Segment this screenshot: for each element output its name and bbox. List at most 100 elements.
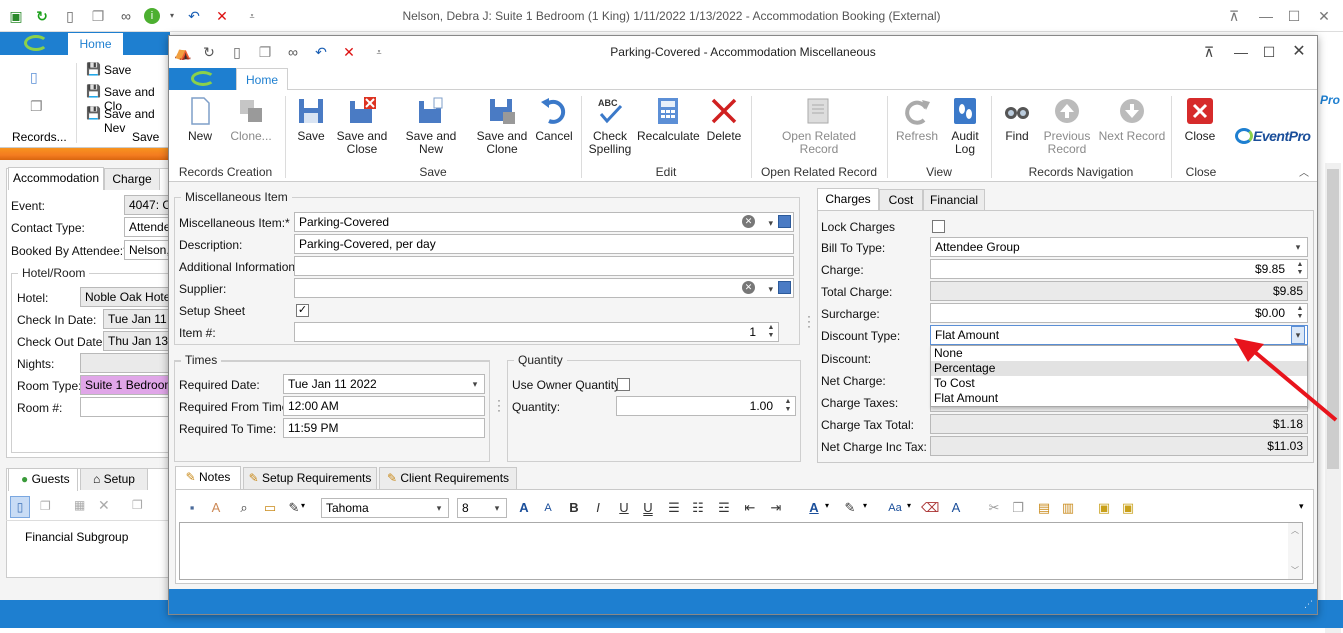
hotel-field[interactable]: Noble Oak Hotel: [80, 287, 170, 307]
audit-log-button[interactable]: Audit Log: [945, 96, 985, 156]
bullet-list-icon[interactable]: ☰: [665, 499, 683, 517]
recalculate-button[interactable]: Recalculate: [637, 96, 700, 143]
shrink-font-icon[interactable]: A: [539, 499, 557, 517]
chevron-down-icon[interactable]: ▾: [768, 214, 773, 231]
clone-button[interactable]: Clone...: [225, 96, 277, 143]
tab-charge[interactable]: Charge: [104, 168, 160, 190]
save-and-close-button[interactable]: Save and Close: [335, 96, 389, 156]
delete-row-icon[interactable]: ✕: [98, 497, 110, 514]
tab-home[interactable]: Home: [68, 33, 123, 55]
font-name-select[interactable]: Tahoma ▾: [321, 498, 449, 518]
close-button[interactable]: Close: [1179, 96, 1221, 143]
minimize-icon[interactable]: —: [1231, 42, 1251, 62]
scroll-up-icon[interactable]: ︿: [1291, 525, 1299, 536]
copy-row-icon[interactable]: ❐: [132, 498, 143, 512]
cut-icon[interactable]: ✂: [985, 499, 1003, 517]
chevron-down-icon[interactable]: ▾: [432, 500, 446, 516]
app-logo[interactable]: [0, 32, 68, 55]
additional-info-field[interactable]: [294, 256, 794, 276]
nights-field[interactable]: [80, 353, 170, 373]
font-color-icon[interactable]: A: [805, 499, 823, 517]
change-case-icon[interactable]: Aa: [883, 499, 907, 517]
use-owner-quantity-checkbox[interactable]: [617, 378, 630, 391]
chevron-down-icon[interactable]: ▾: [825, 501, 829, 510]
format-icon[interactable]: A: [207, 499, 225, 517]
booked-by-field[interactable]: Nelson,: [124, 240, 170, 260]
tab-charges[interactable]: Charges: [817, 188, 879, 211]
tab-notes[interactable]: ✎ Notes: [175, 466, 241, 489]
misc-item-field[interactable]: Parking-Covered ✕ ▾: [294, 212, 794, 232]
bold-icon[interactable]: B: [565, 499, 583, 517]
insert-ab-icon[interactable]: ▣: [1119, 499, 1137, 517]
open-folder-icon[interactable]: ▭: [261, 499, 279, 517]
clone-icon[interactable]: ❐: [30, 98, 43, 115]
spin-icon[interactable]: ▲ ▼: [765, 324, 777, 340]
chevron-down-icon[interactable]: ▾: [768, 280, 773, 297]
splitter-handle[interactable]: · · ·: [807, 310, 811, 332]
event-field[interactable]: 4047: C: [124, 195, 170, 215]
room-type-field[interactable]: Suite 1 Bedroom (: [80, 375, 170, 395]
chevron-down-icon[interactable]: ▾: [490, 500, 504, 516]
underline-icon[interactable]: U: [615, 499, 633, 517]
save-button[interactable]: Save: [104, 63, 131, 77]
lookup-icon[interactable]: [778, 281, 791, 294]
save-and-clone-button[interactable]: Save and Clone: [475, 96, 529, 156]
open-related-record-button[interactable]: Open Related Record: [769, 96, 869, 156]
lock-charges-checkbox[interactable]: [932, 220, 945, 233]
restore-icon[interactable]: ⊼: [1199, 42, 1219, 62]
app-logo[interactable]: [169, 68, 236, 90]
tab-accommodation[interactable]: Accommodation: [8, 167, 104, 190]
cancel-button[interactable]: Cancel: [533, 96, 575, 143]
chevron-down-icon[interactable]: ▾: [301, 501, 305, 510]
spin-icon[interactable]: ▲ ▼: [1294, 261, 1306, 277]
insert-field-icon[interactable]: ▣: [1095, 499, 1113, 517]
copy-icon[interactable]: ❐: [1009, 499, 1027, 517]
chevron-down-icon[interactable]: ▾: [468, 376, 482, 392]
editor-scrollbar[interactable]: ︿ ﹀: [1288, 523, 1302, 579]
required-date-field[interactable]: Tue Jan 11 2022 ▾: [283, 374, 485, 394]
highlight-icon[interactable]: ✎: [841, 499, 859, 517]
clear-icon[interactable]: ✕: [742, 215, 755, 228]
check-in-field[interactable]: Tue Jan 11 2: [103, 309, 170, 329]
charge-field[interactable]: $9.85 ▲ ▼: [930, 259, 1308, 279]
bill-to-type-field[interactable]: Attendee Group ▾: [930, 237, 1308, 257]
save-icon[interactable]: ▪: [183, 499, 201, 517]
item-number-field[interactable]: 1 ▲ ▼: [294, 322, 779, 342]
restore-icon[interactable]: ⊼: [1224, 6, 1244, 26]
tab-financial[interactable]: Financial: [923, 189, 985, 211]
grid-column-header[interactable]: Financial Subgroup: [25, 530, 128, 544]
chevron-down-icon[interactable]: ▾: [863, 501, 867, 510]
new-icon[interactable]: ▯: [30, 69, 38, 86]
supplier-field[interactable]: ✕ ▾: [294, 278, 794, 298]
numbered-list-icon[interactable]: ☷: [689, 499, 707, 517]
quantity-field[interactable]: 1.00 ▲ ▼: [616, 396, 796, 416]
notes-editor[interactable]: ︿ ﹀: [179, 522, 1303, 580]
tab-client-requirements[interactable]: ✎ Client Requirements: [379, 467, 517, 489]
spin-icon[interactable]: ▲ ▼: [1294, 305, 1306, 321]
font-dialog-icon[interactable]: A: [947, 499, 965, 517]
from-time-field[interactable]: 12:00 AM: [283, 396, 485, 416]
preview-icon[interactable]: ⌕: [235, 499, 253, 517]
setup-sheet-checkbox[interactable]: ✓: [296, 304, 309, 317]
tab-setup-requirements[interactable]: ✎ Setup Requirements: [243, 467, 377, 489]
contact-type-field[interactable]: Attende: [124, 217, 170, 237]
tab-guests[interactable]: ● Guests: [8, 468, 78, 491]
increase-indent-icon[interactable]: ⇥: [767, 499, 785, 517]
clear-format-icon[interactable]: ⌫: [921, 499, 939, 517]
grid-icon[interactable]: ▦: [74, 498, 85, 512]
delete-button[interactable]: Delete: [701, 96, 747, 143]
paste-icon[interactable]: ▤: [1035, 499, 1053, 517]
collapse-ribbon-icon[interactable]: ︿: [1299, 164, 1309, 179]
check-spelling-button[interactable]: ABC Check Spelling: [585, 96, 635, 156]
maximize-icon[interactable]: ☐: [1259, 42, 1279, 62]
description-field[interactable]: Parking-Covered, per day: [294, 234, 794, 254]
check-out-field[interactable]: Thu Jan 13 2: [103, 331, 170, 351]
decrease-indent-icon[interactable]: ⇤: [741, 499, 759, 517]
spin-icon[interactable]: ▲ ▼: [782, 398, 794, 414]
refresh-button[interactable]: Refresh: [893, 96, 941, 143]
resize-grip-icon[interactable]: ⋰: [1304, 599, 1313, 610]
next-record-button[interactable]: Next Record: [1097, 96, 1167, 143]
splitter-handle[interactable]: · · ·: [497, 394, 501, 416]
grow-font-icon[interactable]: A: [515, 499, 533, 517]
surcharge-field[interactable]: $0.00 ▲ ▼: [930, 303, 1308, 323]
